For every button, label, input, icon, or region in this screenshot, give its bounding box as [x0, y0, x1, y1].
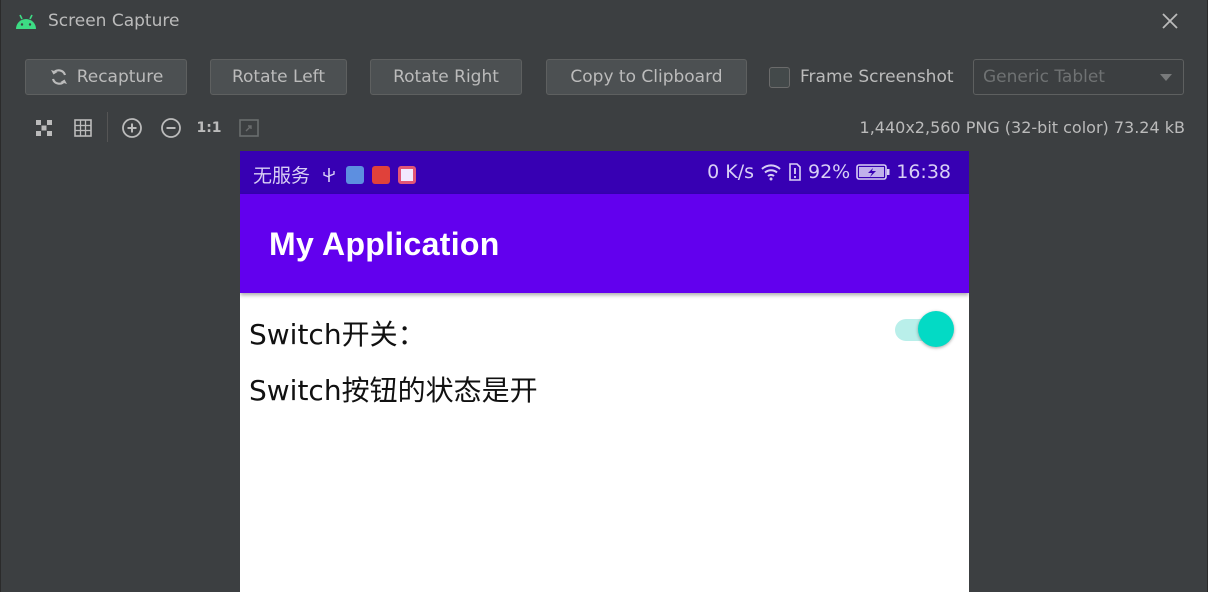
network-speed: 0 K/s: [707, 161, 754, 183]
device-frame-select[interactable]: Generic Tablet: [973, 59, 1184, 95]
usb-icon: [323, 167, 335, 182]
chevron-down-icon: [1160, 74, 1172, 81]
carrier-text: 无服务: [253, 165, 311, 187]
switch-toggle[interactable]: [895, 311, 955, 347]
rotate-left-button[interactable]: Rotate Left: [210, 59, 347, 95]
switch-label: Switch开关：: [249, 318, 426, 351]
device-screenshot: 无服务 0 K/s 92% 16:38 My Application Switc…: [240, 151, 969, 592]
frame-screenshot-checkbox[interactable]: [769, 66, 790, 88]
frame-screenshot-toggle[interactable]: Frame Screenshot: [769, 64, 954, 90]
actual-size-label: 1:1: [196, 120, 222, 136]
app-notification-icon: [346, 165, 365, 184]
battery-percent: 92%: [808, 161, 851, 183]
refresh-icon: [50, 69, 67, 85]
switch-state-text: Switch按钮的状态是开: [249, 374, 538, 407]
rotate-left-label: Rotate Left: [231, 67, 326, 87]
map-notification-icon: [398, 165, 417, 184]
reader-notification-icon: [372, 165, 391, 184]
window-title: Screen Capture: [48, 11, 180, 31]
wifi-icon: [761, 164, 781, 181]
screen-capture-window: Screen Capture Recapture Rotate Left Rot…: [0, 0, 1208, 592]
app-bar: My Application: [240, 194, 969, 293]
title-bar: Screen Capture: [1, 0, 1208, 44]
clock-time: 16:38: [896, 161, 951, 183]
android-icon: [16, 14, 36, 29]
actual-size-icon[interactable]: 1:1: [196, 116, 222, 140]
image-info: 1,440x2,560 PNG (32-bit color) 73.24 kB: [859, 118, 1185, 137]
toolbar-separator: [107, 112, 108, 142]
frame-screenshot-label: Frame Screenshot: [800, 67, 954, 87]
copy-to-clipboard-label: Copy to Clipboard: [570, 67, 723, 87]
recapture-button[interactable]: Recapture: [25, 59, 187, 95]
phone-status-bar: 无服务 0 K/s 92% 16:38: [240, 151, 969, 194]
rotate-right-label: Rotate Right: [393, 67, 499, 87]
close-icon[interactable]: [1159, 10, 1181, 32]
zoom-in-icon[interactable]: [120, 116, 144, 140]
device-frame-value: Generic Tablet: [983, 67, 1105, 87]
zoom-out-icon[interactable]: [159, 116, 183, 140]
rotate-right-button[interactable]: Rotate Right: [370, 59, 522, 95]
recapture-label: Recapture: [76, 67, 164, 87]
copy-to-clipboard-button[interactable]: Copy to Clipboard: [546, 59, 747, 95]
battery-charging-icon: [856, 164, 890, 180]
frame-toggle-icon[interactable]: [237, 116, 261, 140]
sim-alert-icon: [789, 163, 801, 181]
switch-thumb: [918, 311, 954, 347]
grid-icon[interactable]: [71, 116, 95, 140]
fit-icon[interactable]: [32, 116, 56, 140]
app-title: My Application: [269, 226, 500, 262]
